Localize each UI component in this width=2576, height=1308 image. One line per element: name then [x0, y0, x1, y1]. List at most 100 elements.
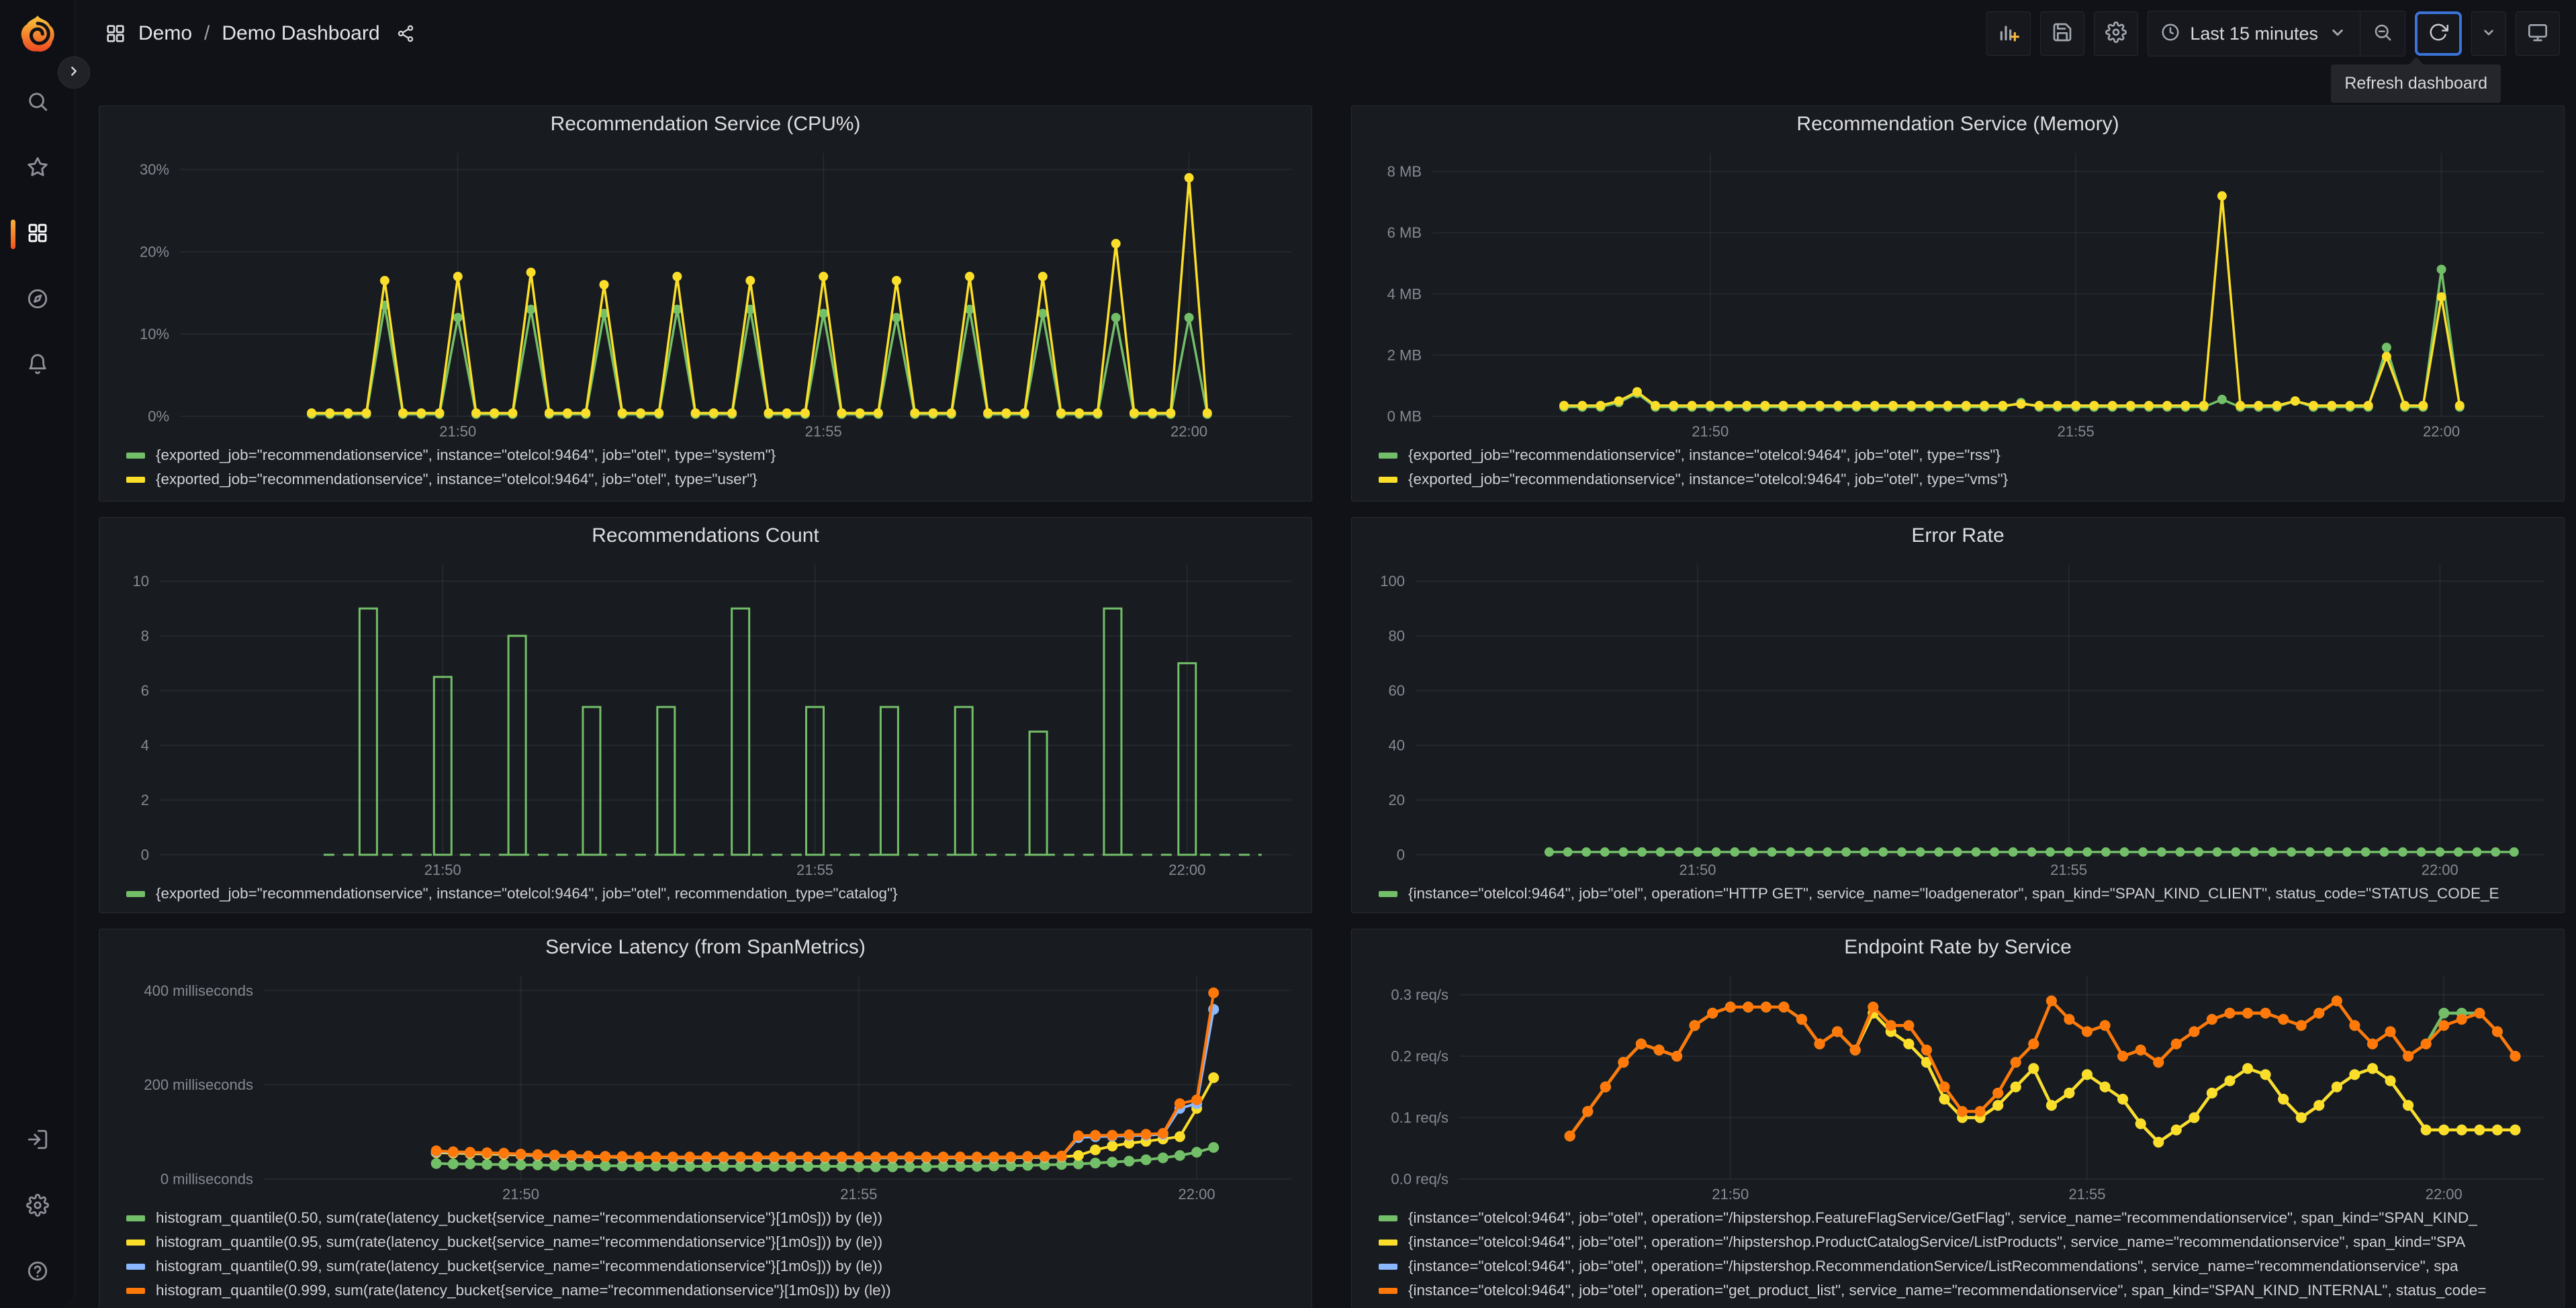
bell-icon: [26, 353, 49, 379]
save-dashboard-button[interactable]: [2040, 11, 2085, 56]
legend-recommendation-service-memory: {exported_job="recommendationservice", i…: [1352, 442, 2564, 497]
kiosk-mode-button[interactable]: [2516, 11, 2560, 56]
svg-text:200 milliseconds: 200 milliseconds: [144, 1076, 253, 1093]
svg-text:21:50: 21:50: [439, 423, 476, 440]
svg-text:10%: 10%: [140, 326, 169, 342]
compass-icon: [26, 287, 49, 314]
zoom-out-icon: [2373, 22, 2393, 46]
breadcrumb-section[interactable]: Demo: [138, 22, 192, 45]
panel-title-endpoint-rate-by-service[interactable]: Endpoint Rate by Service: [1352, 929, 2564, 966]
legend-swatch: [126, 1215, 145, 1221]
svg-text:22:00: 22:00: [2422, 861, 2458, 878]
legend-item[interactable]: {exported_job="recommendationservice", i…: [1379, 467, 2557, 492]
legend-item[interactable]: {instance="otelcol:9464", job="otel", op…: [1379, 1206, 2557, 1230]
legend-label: histogram_quantile(0.50, sum(rate(latenc…: [156, 1209, 883, 1226]
svg-text:0.3 req/s: 0.3 req/s: [1391, 986, 1448, 1003]
svg-text:22:00: 22:00: [2426, 1186, 2463, 1203]
legend-item[interactable]: histogram_quantile(0.50, sum(rate(latenc…: [126, 1206, 1305, 1230]
legend-item[interactable]: {instance="otelcol:9464", job="otel", op…: [1379, 882, 2557, 906]
svg-text:30%: 30%: [140, 161, 169, 178]
panel-service-latency-from-spanmetrics: Service Latency (from SpanMetrics) 0 mill…: [99, 929, 1312, 1308]
legend-item[interactable]: {instance="otelcol:9464", job="otel", op…: [1379, 1230, 2557, 1254]
legend-item[interactable]: histogram_quantile(0.999, sum(rate(laten…: [126, 1278, 1305, 1303]
legend-item[interactable]: {exported_job="recommendationservice", i…: [126, 467, 1305, 492]
svg-text:21:50: 21:50: [1692, 423, 1729, 440]
chart-recommendation-service-cpu[interactable]: 0% 10% 20% 30% 21:50 21:55 22:00: [99, 142, 1312, 442]
search-icon: [26, 90, 49, 116]
chart-service-latency-from-spanmetrics[interactable]: 0 milliseconds 200 milliseconds 400 millis…: [99, 966, 1312, 1205]
svg-text:21:50: 21:50: [1679, 861, 1716, 878]
share-icon[interactable]: [396, 24, 415, 43]
legend-label: {instance="otelcol:9464", job="otel", op…: [1408, 1258, 2458, 1274]
refresh-button[interactable]: [2415, 11, 2462, 56]
sidebar-item-explore[interactable]: [0, 281, 75, 320]
legend-item[interactable]: histogram_quantile(0.99, sum(rate(latenc…: [126, 1254, 1305, 1278]
sidebar-item-starred[interactable]: [0, 149, 75, 188]
legend-item[interactable]: {instance="otelcol:9464", job="otel", op…: [1379, 1254, 2557, 1278]
panel-recommendations-count: Recommendations Count 0 2 4 6 8 10 21:50 21:55 22…: [99, 517, 1312, 913]
legend-label: histogram_quantile(0.999, sum(rate(laten…: [156, 1282, 891, 1299]
svg-text:21:50: 21:50: [424, 861, 461, 878]
legend-item[interactable]: {instance="otelcol:9464", job="otel", op…: [1379, 1278, 2557, 1303]
refresh-tooltip: Refresh dashboard: [2331, 57, 2501, 103]
sidebar-item-help[interactable]: [0, 1253, 75, 1292]
breadcrumb: Demo / Demo Dashboard: [105, 22, 415, 45]
svg-text:0.1 req/s: 0.1 req/s: [1391, 1109, 1448, 1126]
chevron-down-icon: [2328, 22, 2348, 46]
sidebar-item-search[interactable]: [0, 83, 75, 122]
clock-icon: [2160, 22, 2180, 46]
legend-endpoint-rate-by-service: {instance="otelcol:9464", job="otel", op…: [1352, 1205, 2564, 1308]
zoom-out-button[interactable]: [2360, 11, 2405, 56]
sidebar-item-dashboards[interactable]: [0, 215, 75, 254]
legend-swatch: [1379, 1263, 1397, 1270]
gear-icon: [26, 1193, 49, 1220]
svg-text:20%: 20%: [140, 244, 169, 261]
svg-text:0: 0: [1397, 847, 1405, 863]
chart-recommendations-count[interactable]: 0 2 4 6 8 10 21:50 21:55 22:00: [99, 554, 1312, 880]
legend-item[interactable]: {exported_job="recommendationservice", i…: [126, 443, 1305, 467]
add-panel-button[interactable]: [1986, 11, 2031, 56]
panel-title-recommendation-service-memory[interactable]: Recommendation Service (Memory): [1352, 106, 2564, 142]
svg-text:21:55: 21:55: [805, 423, 842, 440]
svg-text:21:50: 21:50: [1712, 1186, 1749, 1203]
svg-text:6: 6: [141, 682, 149, 699]
sidebar-item-configuration[interactable]: [0, 1187, 75, 1226]
legend-swatch: [126, 452, 145, 459]
legend-label: histogram_quantile(0.99, sum(rate(latenc…: [156, 1258, 883, 1274]
legend-item[interactable]: {exported_job="recommendationservice", i…: [126, 882, 1305, 906]
chart-endpoint-rate-by-service[interactable]: 0.0 req/s 0.1 req/s 0.2 req/s 0.3 req/s 21:5…: [1352, 966, 2564, 1205]
chart-error-rate[interactable]: 0 20 40 60 80 100 21:50 21:55 22:00: [1352, 554, 2564, 880]
legend-label: {instance="otelcol:9464", job="otel", op…: [1408, 1282, 2487, 1299]
grafana-logo[interactable]: [19, 15, 56, 52]
panel-title-service-latency-from-spanmetrics[interactable]: Service Latency (from SpanMetrics): [99, 929, 1312, 966]
dashboard-settings-button[interactable]: [2094, 11, 2139, 56]
panel-recommendation-service-cpu: Recommendation Service (CPU%) 0% 10% 20% 30%…: [99, 105, 1312, 502]
legend-swatch: [126, 1263, 145, 1270]
legend-item[interactable]: {exported_job="recommendationservice", i…: [1379, 443, 2557, 467]
sidebar-item-alerting[interactable]: [0, 346, 75, 385]
svg-text:21:55: 21:55: [2058, 423, 2095, 440]
svg-text:10: 10: [133, 573, 149, 590]
legend-label: {instance="otelcol:9464", job="otel", op…: [1408, 1233, 2466, 1250]
legend-label: {instance="otelcol:9464", job="otel", op…: [1408, 1209, 2477, 1226]
panel-title-recommendation-service-cpu[interactable]: Recommendation Service (CPU%): [99, 106, 1312, 142]
panel-error-rate: Error Rate 0 20 40 60 80 100 21:50 21:55 22:00 {in…: [1351, 517, 2565, 913]
dashboard-canvas: Recommendation Service (CPU%) 0% 10% 20% 30%…: [75, 0, 2576, 1308]
svg-text:0.2 req/s: 0.2 req/s: [1391, 1048, 1448, 1065]
legend-recommendations-count: {exported_job="recommendationservice", i…: [99, 880, 1312, 911]
time-range-picker[interactable]: Last 15 minutes: [2148, 11, 2360, 56]
panel-recommendation-service-memory: Recommendation Service (Memory) 0 MB 2 MB 4…: [1351, 105, 2565, 502]
chart-recommendation-service-memory[interactable]: 0 MB 2 MB 4 MB 6 MB 8 MB 21:50 21:55 22:00: [1352, 142, 2564, 442]
breadcrumb-dashboard-title[interactable]: Demo Dashboard: [222, 22, 379, 45]
sidebar-item-sign-in[interactable]: [0, 1121, 75, 1160]
panel-title-recommendations-count[interactable]: Recommendations Count: [99, 518, 1312, 554]
monitor-icon: [2527, 21, 2548, 46]
legend-label: {exported_job="recommendationservice", i…: [1408, 471, 2009, 487]
panel-title-error-rate[interactable]: Error Rate: [1352, 518, 2564, 554]
chevron-right-icon: [66, 64, 81, 82]
legend-error-rate: {instance="otelcol:9464", job="otel", op…: [1352, 880, 2564, 911]
legend-service-latency-from-spanmetrics: histogram_quantile(0.50, sum(rate(latenc…: [99, 1205, 1312, 1308]
save-icon: [2052, 21, 2073, 46]
refresh-interval-button[interactable]: [2471, 11, 2506, 56]
legend-item[interactable]: histogram_quantile(0.95, sum(rate(latenc…: [126, 1230, 1305, 1254]
